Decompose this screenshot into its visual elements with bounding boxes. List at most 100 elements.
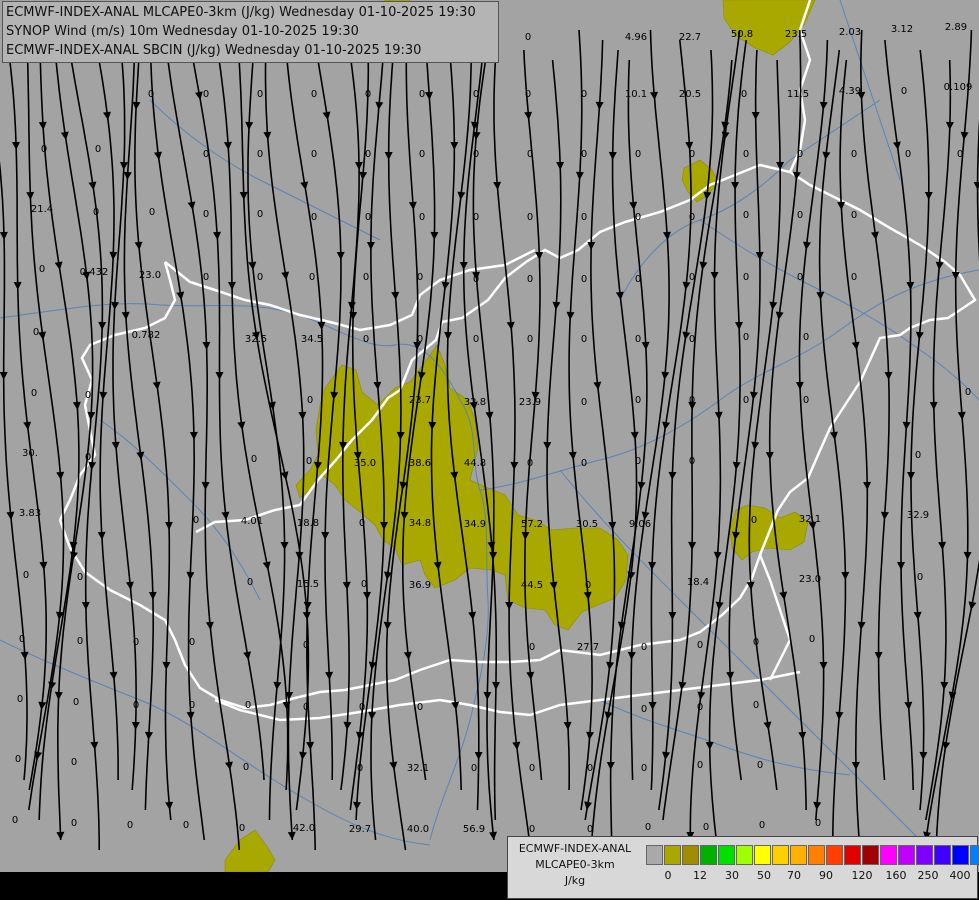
value-label: 30.5	[576, 519, 598, 530]
value-label: 0	[203, 149, 209, 160]
legend-swatch	[736, 845, 753, 865]
value-label: 0	[527, 149, 533, 160]
value-label: 3.12	[891, 24, 913, 35]
value-label: 11.5	[787, 89, 809, 100]
value-label: 0	[85, 390, 91, 401]
value-label: 0	[365, 89, 371, 100]
value-label: 0	[851, 272, 857, 283]
value-label: 0	[311, 89, 317, 100]
value-label: 0	[803, 395, 809, 406]
value-label: 0	[149, 207, 155, 218]
legend-tick-label: 250	[917, 869, 939, 882]
value-label: 0	[689, 395, 695, 406]
value-label: 0	[917, 572, 923, 583]
value-label: 44.8	[464, 458, 486, 469]
legend-title-model: ECMWF-INDEX-ANAL	[518, 842, 632, 855]
value-label: 0	[741, 89, 747, 100]
value-label: 0	[525, 89, 531, 100]
value-label: 0	[15, 754, 21, 765]
value-label: 29.7	[349, 824, 371, 835]
legend-swatch	[700, 845, 717, 865]
value-label: 0	[251, 454, 257, 465]
value-label: 35.0	[354, 458, 376, 469]
legend-tick-label: 160	[885, 869, 907, 882]
value-label: 36.9	[409, 580, 431, 591]
value-label: 23.0	[139, 270, 161, 281]
value-label: 0	[529, 763, 535, 774]
value-label: 0	[243, 762, 249, 773]
value-label: 32.5	[245, 334, 267, 345]
value-label: 4.01	[241, 516, 263, 527]
legend-swatch	[934, 845, 951, 865]
value-label: 3.83	[19, 508, 41, 519]
value-label: 0	[753, 637, 759, 648]
value-label: 0	[183, 820, 189, 831]
legend-swatch	[772, 845, 789, 865]
value-label: 0	[361, 579, 367, 590]
value-label: 0	[23, 570, 29, 581]
value-label: 15.5	[297, 579, 319, 590]
value-label: 0	[641, 642, 647, 653]
legend-swatch	[916, 845, 933, 865]
value-label: 0	[587, 763, 593, 774]
value-label: 0	[257, 272, 263, 283]
value-label: 0	[581, 274, 587, 285]
value-label: 30.	[22, 448, 38, 459]
legend-swatch	[790, 845, 807, 865]
legend-swatch	[808, 845, 825, 865]
legend-swatch	[754, 845, 771, 865]
value-label: 0	[753, 700, 759, 711]
value-label: 0	[901, 86, 907, 97]
value-label: 38.6	[409, 458, 431, 469]
value-label: 34.5	[301, 334, 323, 345]
value-label: 18.4	[687, 577, 709, 588]
value-label: 0	[965, 387, 971, 398]
map-background	[0, 0, 979, 872]
value-label: 0	[71, 818, 77, 829]
value-label: 0	[245, 700, 251, 711]
legend-swatch	[646, 845, 663, 865]
value-label: 0	[851, 149, 857, 160]
value-label: 0	[759, 820, 765, 831]
value-label: 0	[303, 640, 309, 651]
value-label: 0	[635, 456, 641, 467]
value-label: 0	[133, 637, 139, 648]
value-label: 0	[815, 818, 821, 829]
value-label: 0	[311, 149, 317, 160]
legend-swatches	[646, 845, 979, 865]
legend-tick-label: 70	[787, 869, 801, 882]
value-label: 0	[71, 757, 77, 768]
value-label: 22.7	[679, 32, 701, 43]
value-label: 0	[803, 332, 809, 343]
value-label: 0	[203, 272, 209, 283]
value-label: 0	[359, 518, 365, 529]
legend-title-parameter: MLCAPE0-3km	[535, 858, 615, 871]
legend-title-block: ECMWF-INDEX-ANAL MLCAPE0-3km J/kg	[508, 841, 642, 889]
value-label: 0	[697, 760, 703, 771]
value-label: 0	[473, 149, 479, 160]
value-label: 0	[419, 89, 425, 100]
value-label: 32.9	[907, 510, 929, 521]
legend-unit: J/kg	[564, 874, 586, 887]
value-label: 0	[193, 515, 199, 526]
value-label: 0	[203, 89, 209, 100]
value-label: 0	[689, 334, 695, 345]
legend-tick-label: 400	[949, 869, 971, 882]
value-label: 0	[581, 458, 587, 469]
value-label: 0	[797, 149, 803, 160]
value-label: 34.9	[464, 519, 486, 530]
value-label: 0	[77, 636, 83, 647]
title-line-wind: SYNOP Wind (m/s) 10m Wednesday 01-10-202…	[6, 24, 359, 39]
legend-tick-label: 0	[664, 869, 672, 882]
value-label: 34.8	[409, 518, 431, 529]
value-label: 0	[905, 149, 911, 160]
legend-tick-label: 50	[757, 869, 771, 882]
value-label: 0	[645, 822, 651, 833]
value-label: 20.5	[679, 89, 701, 100]
value-label: 0	[417, 334, 423, 345]
value-label: 0.782	[132, 330, 161, 341]
value-label: 0	[359, 702, 365, 713]
value-label: 0	[689, 212, 695, 223]
value-label: 0	[797, 272, 803, 283]
color-legend: ECMWF-INDEX-ANAL MLCAPE0-3km J/kg 0 12 30 5…	[507, 836, 979, 899]
